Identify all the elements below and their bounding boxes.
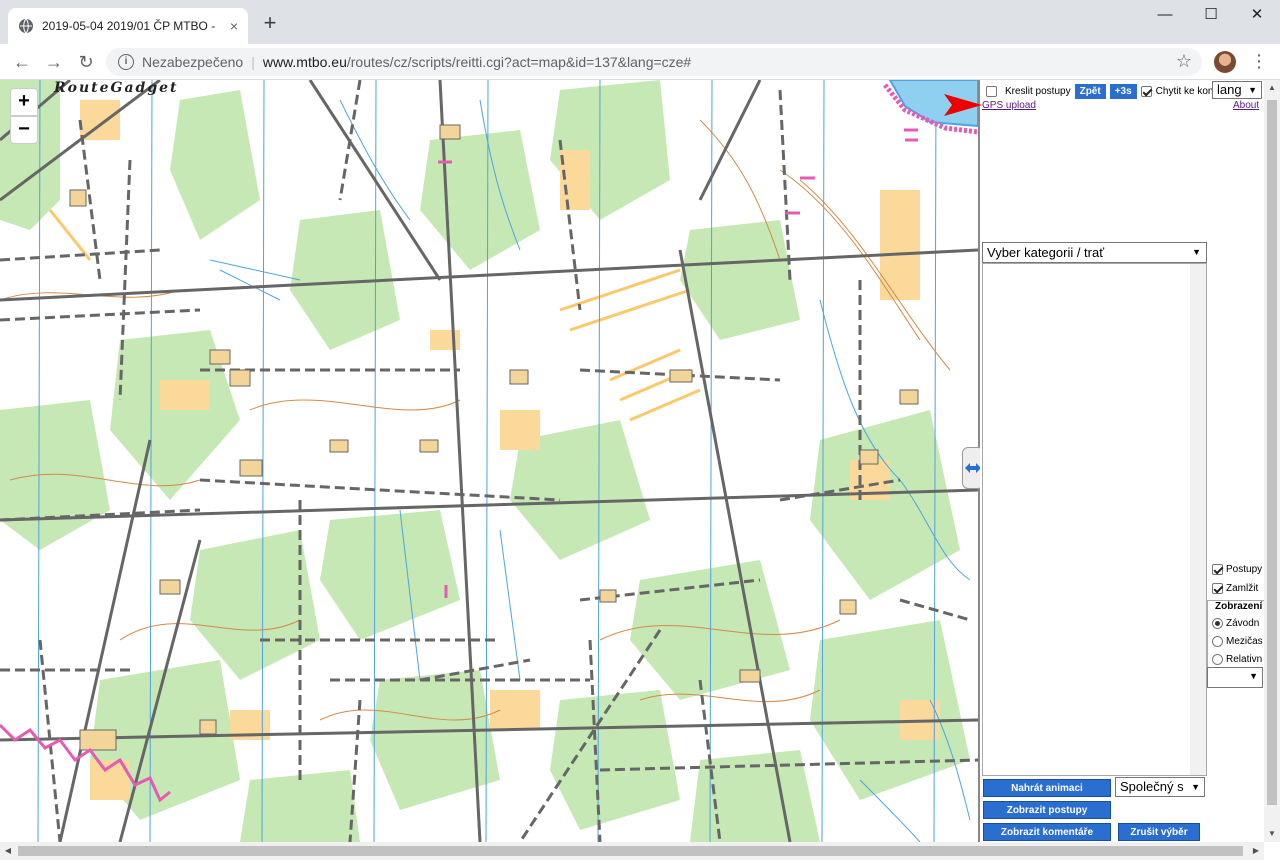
option-routes[interactable]: Postupy: [1212, 564, 1262, 575]
horizontal-scroll-thumb[interactable]: [18, 846, 1243, 856]
forward-button[interactable]: →: [42, 50, 66, 74]
globe-icon: [19, 18, 33, 34]
address-separator: |: [251, 54, 255, 70]
scroll-up-icon[interactable]: ▲: [1264, 80, 1280, 96]
show-comments-button[interactable]: Zobrazit komentáře: [983, 823, 1111, 841]
routes-label: Postupy: [1226, 564, 1263, 575]
snap-control-label: Chytit ke kontr: [1155, 86, 1220, 97]
list-scrollbar[interactable]: [1190, 264, 1206, 775]
info-icon[interactable]: i: [118, 54, 134, 70]
chevron-down-icon: ▼: [1189, 778, 1200, 796]
option-fog[interactable]: Zamlžit: [1212, 583, 1258, 594]
red-arrow-icon: [944, 94, 982, 116]
chevron-down-icon: ▼: [1192, 247, 1201, 257]
split-label: Mezičas: [1226, 636, 1263, 647]
radio-split-time[interactable]: Mezičas: [1212, 636, 1263, 647]
split-radio[interactable]: [1212, 636, 1223, 647]
radio-relative[interactable]: Relativn: [1212, 654, 1262, 665]
scroll-down-icon[interactable]: ▼: [1264, 826, 1280, 842]
bookmark-star-icon[interactable]: ☆: [1176, 51, 1192, 72]
zoom-out-button[interactable]: −: [10, 116, 38, 144]
address-bar[interactable]: i Nezabezpečeno | www.mtbo.eu /routes/cz…: [106, 48, 1202, 76]
profile-avatar[interactable]: [1214, 51, 1236, 73]
start-mode-select[interactable]: Společný s ▼: [1115, 777, 1205, 797]
browser-toolbar: ← → ↻ i Nezabezpečeno | www.mtbo.eu /rou…: [0, 44, 1280, 80]
category-select[interactable]: Vyber kategorii / trať ▼: [982, 242, 1207, 263]
chevron-down-icon: ▼: [1248, 85, 1257, 95]
routes-checkbox[interactable]: [1212, 564, 1223, 575]
race-radio[interactable]: [1212, 618, 1223, 629]
url-path: /routes/cz/scripts/reitti.cgi?act=map&id…: [346, 54, 692, 70]
display-legend: Zobrazení: [1215, 601, 1265, 612]
draw-routes-label: Kreslit postupy: [1005, 86, 1071, 97]
radio-race-time[interactable]: Závodn: [1212, 618, 1259, 629]
chevron-down-icon: ▼: [1249, 671, 1258, 681]
relative-radio[interactable]: [1212, 654, 1223, 665]
language-select[interactable]: lang ▼: [1212, 81, 1262, 99]
gps-upload-link[interactable]: GPS upload: [982, 100, 1036, 111]
orienteering-map[interactable]: RouteGadget + −: [0, 80, 978, 842]
competitor-list[interactable]: [982, 263, 1207, 776]
zoom-in-button[interactable]: +: [10, 88, 38, 116]
about-link[interactable]: About: [1233, 100, 1259, 111]
show-routes-button[interactable]: Zobrazit postupy: [983, 801, 1111, 819]
reload-button[interactable]: ↻: [74, 50, 98, 74]
fog-checkbox[interactable]: [1212, 583, 1223, 594]
top-controls: Kreslit postupy Zpět +3s Chytit ke kontr: [986, 84, 1220, 99]
routegadget-logo: RouteGadget: [54, 80, 179, 96]
scroll-left-icon[interactable]: ◀: [0, 842, 16, 860]
browser-tab[interactable]: 2019-05-04 2019/01 ČP MTBO - ×: [8, 8, 248, 44]
security-label: Nezabezpečeno: [142, 54, 244, 70]
plus-seconds-button[interactable]: +3s: [1109, 84, 1137, 99]
cancel-selection-button[interactable]: Zrušit výběr: [1118, 823, 1200, 841]
control-panel: Kreslit postupy Zpět +3s Chytit ke kontr…: [944, 80, 1267, 842]
draw-routes-checkbox[interactable]: [986, 86, 997, 97]
race-label: Závodn: [1226, 618, 1260, 629]
vertical-scrollbar[interactable]: ▲ ▼: [1264, 80, 1280, 842]
tab-title: 2019-05-04 2019/01 ČP MTBO -: [42, 19, 216, 33]
maximize-button[interactable]: ☐: [1188, 0, 1234, 30]
back-step-button[interactable]: Zpět: [1074, 84, 1106, 99]
horizontal-scrollbar[interactable]: ◀ ▶: [0, 842, 1264, 860]
display-select[interactable]: ▼: [1207, 667, 1263, 688]
new-tab-button[interactable]: +: [258, 12, 282, 36]
title-bar: 2019-05-04 2019/01 ČP MTBO - × + — ☐ ✕: [0, 0, 1280, 44]
close-window-button[interactable]: ✕: [1234, 0, 1280, 30]
back-button[interactable]: ←: [10, 50, 34, 74]
url-host: www.mtbo.eu: [262, 54, 347, 70]
fog-label: Zamlžit: [1226, 583, 1259, 594]
map-canvas[interactable]: [0, 80, 978, 842]
relative-label: Relativn: [1226, 654, 1263, 665]
minimize-button[interactable]: —: [1142, 0, 1188, 30]
vertical-scroll-thumb[interactable]: [1267, 100, 1277, 805]
scroll-right-icon[interactable]: ▶: [1248, 842, 1264, 860]
snap-control-checkbox[interactable]: [1140, 86, 1152, 97]
tab-close-icon[interactable]: ×: [230, 18, 238, 34]
language-select-value: lang: [1217, 82, 1242, 97]
browser-menu-icon[interactable]: ⋮: [1250, 50, 1268, 74]
category-select-value: Vyber kategorii / trať: [987, 245, 1105, 260]
load-animation-button[interactable]: Nahrát animaci: [983, 779, 1111, 797]
start-mode-value: Společný s: [1120, 779, 1184, 794]
